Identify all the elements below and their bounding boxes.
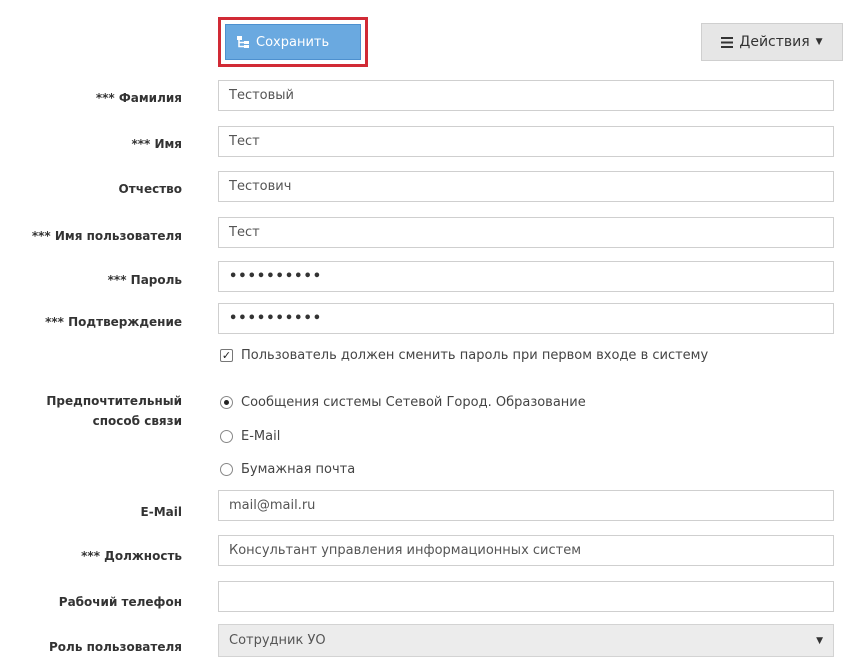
first-name-input[interactable]: Тест (218, 126, 834, 157)
username-input[interactable]: Тест (218, 217, 834, 248)
contact-option-system-messages[interactable]: Сообщения системы Сетевой Город. Образов… (220, 395, 586, 410)
role-select-value: Сотрудник УО (229, 633, 326, 648)
must-change-password-label: Пользователь должен сменить пароль при п… (241, 348, 709, 363)
last-name-label: *** Фамилия (95, 91, 182, 105)
email-label: E-Mail (140, 505, 182, 519)
role-select[interactable]: Сотрудник УО ▼ (218, 624, 834, 657)
last-name-input[interactable]: Тестовый (218, 80, 834, 111)
confirm-label: *** Подтверждение (45, 315, 182, 329)
password-input[interactable]: •••••••••• (218, 261, 834, 292)
position-input[interactable]: Консультант управления информационных си… (218, 535, 834, 566)
contact-method-label-line1: Предпочтительный (46, 394, 182, 408)
radio-system-messages[interactable] (220, 396, 233, 409)
contact-option-label: E-Mail (241, 429, 281, 444)
toolbar: Сохранить Действия ▼ (0, 0, 843, 80)
caret-down-icon: ▼ (815, 37, 823, 47)
username-label: *** Имя пользователя (31, 229, 182, 243)
save-button-highlight: Сохранить (218, 17, 368, 67)
must-change-password-checkbox[interactable]: ✓ (220, 349, 233, 362)
hamburger-icon (721, 36, 734, 48)
email-input[interactable]: mail@mail.ru (218, 490, 834, 521)
radio-email[interactable] (220, 430, 233, 443)
actions-dropdown-button[interactable]: Действия ▼ (701, 23, 843, 61)
actions-button-label: Действия (739, 34, 810, 50)
sitemap-save-icon (237, 36, 249, 48)
save-button[interactable]: Сохранить (225, 24, 361, 60)
work-phone-input[interactable] (218, 581, 834, 612)
patronymic-label: Отчество (118, 182, 182, 196)
password-label: *** Пароль (107, 273, 182, 287)
position-label: *** Должность (81, 549, 182, 563)
contact-option-label: Сообщения системы Сетевой Город. Образов… (241, 395, 586, 410)
save-button-label: Сохранить (256, 34, 330, 50)
confirm-password-input[interactable]: •••••••••• (218, 303, 834, 334)
contact-method-label-line2: способ связи (92, 414, 182, 428)
patronymic-input[interactable]: Тестович (218, 171, 834, 202)
contact-option-label: Бумажная почта (241, 462, 356, 477)
contact-option-paper-mail[interactable]: Бумажная почта (220, 462, 355, 477)
work-phone-label: Рабочий телефон (58, 595, 182, 609)
must-change-password-checkbox-row[interactable]: ✓ Пользователь должен сменить пароль при… (220, 348, 708, 363)
caret-down-icon: ▼ (816, 635, 823, 646)
radio-paper-mail[interactable] (220, 463, 233, 476)
first-name-label: *** Имя (131, 137, 182, 151)
role-label: Роль пользователя (48, 640, 182, 654)
contact-option-email[interactable]: E-Mail (220, 429, 280, 444)
